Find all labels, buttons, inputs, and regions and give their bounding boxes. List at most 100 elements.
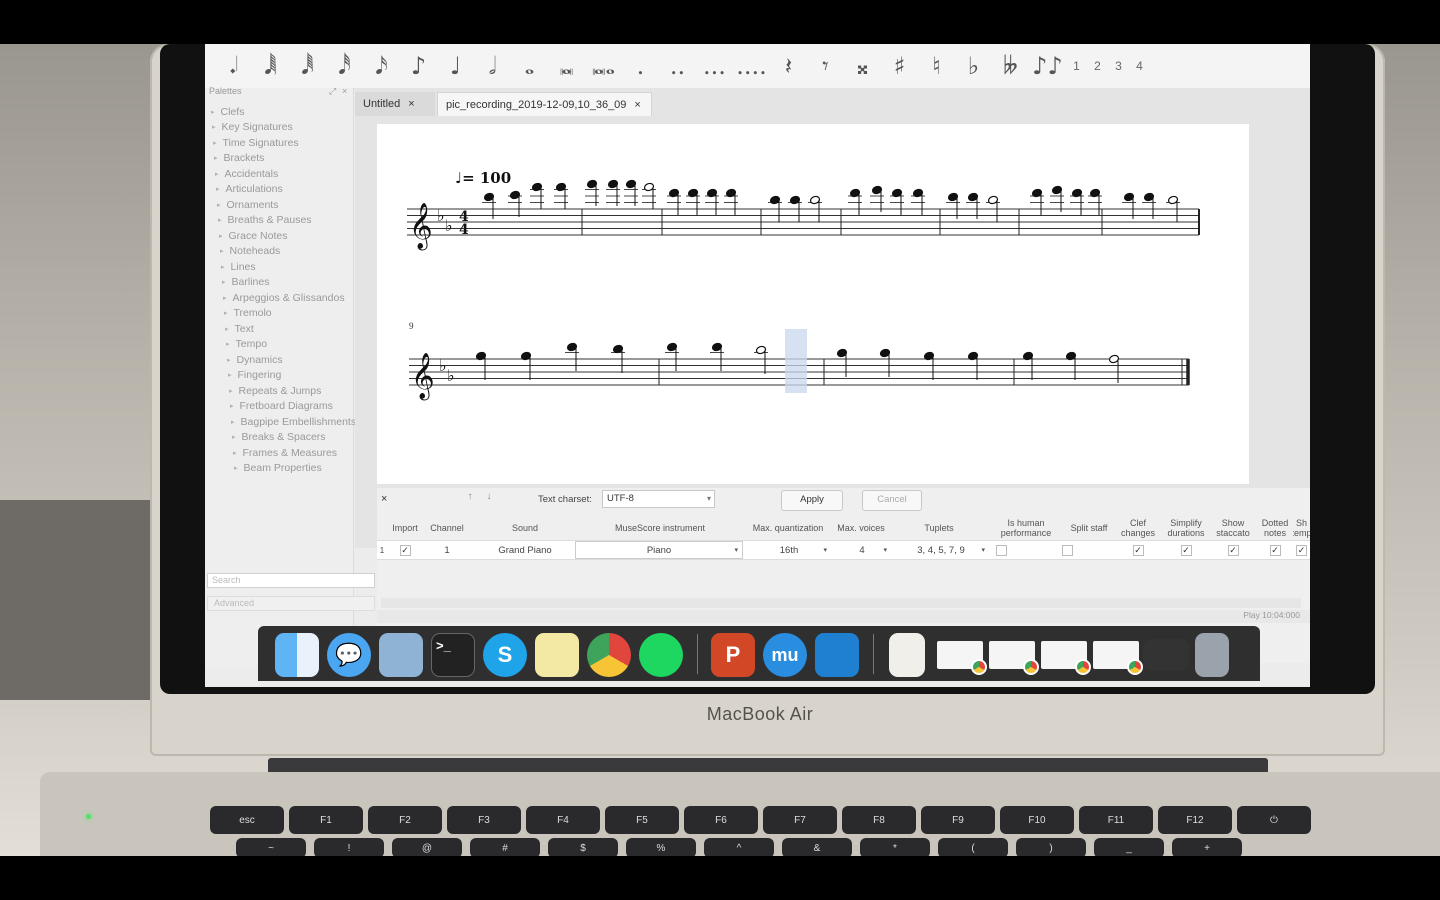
palette-frames-measures[interactable]: ▸ Frames & Measures [205, 445, 356, 461]
key-fn[interactable]: F6 [684, 806, 758, 834]
palette-time-signatures[interactable]: ▸ Time Signatures [205, 135, 356, 151]
palette-lines[interactable]: ▸ Lines [205, 259, 356, 275]
move-up-button[interactable]: ↑ [463, 491, 477, 507]
palette-fretboard-diagrams[interactable]: ▸ Fretboard Diagrams [205, 399, 356, 415]
palette-breaths-pauses[interactable]: ▸ Breaths & Pauses [205, 213, 356, 229]
score-notation[interactable]: 𝄞 ♭♭ 44♩= 100 9𝄞 ♭♭ [377, 124, 1249, 484]
palette-brackets[interactable]: ▸ Brackets [205, 151, 356, 167]
palette-search-input[interactable]: Search [207, 573, 375, 588]
tuplets-select[interactable]: 3, 4, 5, 7, 9 ▾ [893, 541, 989, 559]
128th-note-icon[interactable]: 𝅘𝅥𝅲 [252, 52, 289, 80]
key-char[interactable]: _ [1094, 838, 1164, 858]
document-icon[interactable] [889, 633, 925, 677]
musescore-icon[interactable]: mu [763, 633, 807, 677]
max-quantization-select[interactable]: 16th ▾ [747, 541, 831, 559]
chrome-window-thumbnail[interactable] [989, 641, 1039, 675]
key-fn[interactable]: F4 [526, 806, 600, 834]
move-down-button[interactable]: ↓ [482, 491, 496, 507]
key-char[interactable]: % [626, 838, 696, 858]
close-icon[interactable]: × [634, 99, 640, 111]
triple-dot-icon[interactable]: ... [696, 52, 733, 80]
64th-note-icon[interactable]: 𝅘𝅥𝅱 [289, 52, 326, 80]
voice-4-button[interactable]: 4 [1129, 59, 1150, 73]
vscode-icon[interactable] [815, 633, 859, 677]
key-fn[interactable]: F11 [1079, 806, 1153, 834]
palette-barlines[interactable]: ▸ Barlines [205, 275, 356, 291]
key-char[interactable]: # [470, 838, 540, 858]
cancel-button[interactable]: Cancel [862, 490, 922, 511]
voice-1-button[interactable]: 1 [1066, 59, 1087, 73]
split-staff-checkbox[interactable] [1057, 541, 1077, 559]
import-panel-scrollbar[interactable] [381, 598, 1301, 608]
palettes-float-icon[interactable]: ⤢ [329, 86, 336, 97]
flat-icon[interactable]: ♭ [955, 52, 992, 80]
double-flat-icon[interactable]: 𝄫 [992, 52, 1029, 80]
key-fn[interactable]: F7 [763, 806, 837, 834]
palette-beam-properties[interactable]: ▸ Beam Properties [205, 461, 356, 477]
key-char[interactable]: & [782, 838, 852, 858]
tab-untitled[interactable]: Untitled × [355, 92, 435, 116]
import-table-row[interactable]: 1 ✓ 1 Grand Piano Piano ▾ 16th ▾ 4 ▾ 3, … [377, 540, 1310, 560]
whole-note-icon[interactable]: 𝅝 [511, 52, 548, 80]
palette-dynamics[interactable]: ▸ Dynamics [205, 352, 356, 368]
key-fn[interactable]: F10 [1000, 806, 1074, 834]
voice-3-button[interactable]: 3 [1108, 59, 1129, 73]
palette-tremolo[interactable]: ▸ Tremolo [205, 306, 356, 322]
sharp-icon[interactable]: ♯ [881, 52, 918, 80]
rest-icon[interactable]: 𝄽 [770, 52, 807, 80]
voice-2-button[interactable]: 2 [1087, 59, 1108, 73]
close-icon[interactable]: × [408, 98, 414, 110]
key-char[interactable]: @ [392, 838, 462, 858]
palette-mode-select[interactable]: Advanced [207, 596, 375, 611]
vscode-window-thumbnail[interactable] [1143, 639, 1189, 671]
dot-icon[interactable]: . [622, 52, 659, 80]
key-char[interactable]: ) [1016, 838, 1086, 858]
palette-clefs[interactable]: ▸ Clefs [205, 104, 356, 120]
instrument-select[interactable]: Piano ▾ [575, 541, 743, 559]
natural-icon[interactable]: ♮ [918, 52, 955, 80]
dotted-notes-checkbox[interactable]: ✓ [1255, 541, 1295, 559]
powerpoint-icon[interactable]: P [711, 633, 755, 677]
key-char[interactable]: * [860, 838, 930, 858]
palette-grace-notes[interactable]: ▸ Grace Notes [205, 228, 356, 244]
palette-fingering[interactable]: ▸ Fingering [205, 368, 356, 384]
skype-icon[interactable]: S [483, 633, 527, 677]
key-fn[interactable]: F5 [605, 806, 679, 834]
palette-articulations[interactable]: ▸ Articulations [205, 182, 356, 198]
key-char[interactable]: ( [938, 838, 1008, 858]
close-icon[interactable]: × [381, 493, 387, 505]
max-voices-select[interactable]: 4 ▾ [833, 541, 891, 559]
preview-icon[interactable] [379, 633, 423, 677]
palette-arpeggios-glissandos[interactable]: ▸ Arpeggios & Glissandos [205, 290, 356, 306]
simplify-durations-checkbox[interactable]: ✓ [1161, 541, 1211, 559]
key-fn[interactable]: F9 [921, 806, 995, 834]
eighth-note-icon[interactable]: ♪ [400, 52, 437, 80]
apply-button[interactable]: Apply [781, 490, 843, 511]
palette-key-signatures[interactable]: ▸ Key Signatures [205, 120, 356, 136]
palette-ornaments[interactable]: ▸ Ornaments [205, 197, 356, 213]
key-fn[interactable]: F3 [447, 806, 521, 834]
palette-repeats-jumps[interactable]: ▸ Repeats & Jumps [205, 383, 356, 399]
key-fn[interactable]: F8 [842, 806, 916, 834]
palette-noteheads[interactable]: ▸ Noteheads [205, 244, 356, 260]
quadruple-dot-icon[interactable]: .... [733, 52, 770, 80]
double-dot-icon[interactable]: .. [659, 52, 696, 80]
quarter-note-icon[interactable]: ♩ [437, 52, 474, 80]
trash-icon[interactable] [1195, 633, 1229, 677]
clef-changes-checkbox[interactable]: ✓ [1115, 541, 1161, 559]
half-note-icon[interactable]: 𝅗𝅥 [474, 52, 511, 80]
breve-icon[interactable]: 𝅜 [548, 52, 585, 80]
longa-icon[interactable]: 𝅜𝅝 [585, 52, 622, 80]
key-fn[interactable]: F2 [368, 806, 442, 834]
charset-select[interactable]: UTF-8 ▾ [602, 490, 715, 508]
palette-breaks-spacers[interactable]: ▸ Breaks & Spacers [205, 430, 356, 446]
tie-icon[interactable]: 𝄾 [807, 52, 844, 80]
import-checkbox[interactable]: ✓ [387, 541, 423, 559]
is-human-checkbox[interactable] [991, 541, 1011, 559]
chrome-window-thumbnail[interactable] [937, 641, 987, 675]
key-esc[interactable]: esc [210, 806, 284, 834]
key-char[interactable]: ~ [236, 838, 306, 858]
palette-accidentals[interactable]: ▸ Accidentals [205, 166, 356, 182]
messages-icon[interactable]: 💬 [327, 633, 371, 677]
key-fn[interactable]: F1 [289, 806, 363, 834]
